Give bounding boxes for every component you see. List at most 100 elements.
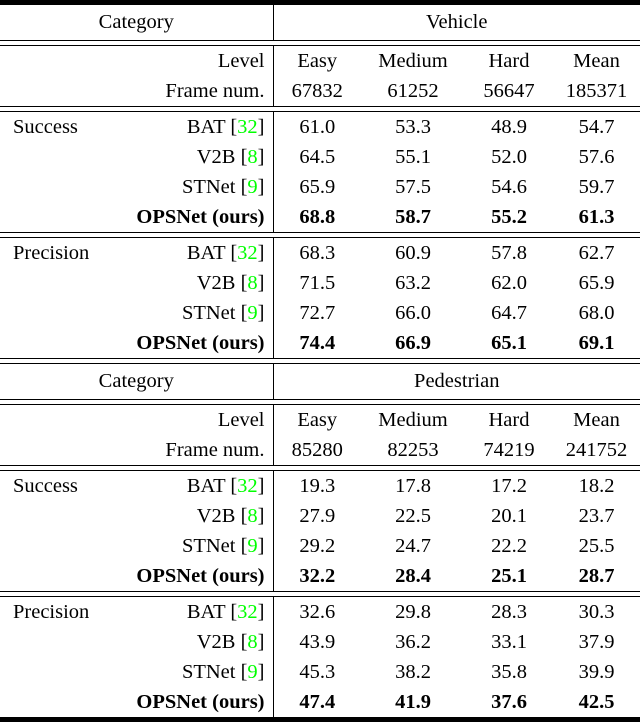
table-row: Success BAT [32] 61.0 53.3 48.9 54.7 bbox=[0, 112, 640, 142]
citation-link[interactable]: 9 bbox=[247, 176, 257, 198]
level-header-easy: Easy bbox=[297, 408, 338, 431]
level-header-hard: Hard bbox=[488, 49, 530, 72]
metric-value: 43.9 bbox=[299, 630, 336, 653]
citation-link[interactable]: 32 bbox=[237, 601, 258, 623]
level-header-easy: Easy bbox=[297, 49, 338, 72]
metric-value: 38.2 bbox=[395, 660, 431, 683]
method-name: STNet bbox=[181, 175, 236, 198]
metric-label-spacer bbox=[0, 501, 108, 531]
method-name: V2B bbox=[196, 630, 236, 653]
method-name: V2B bbox=[196, 145, 236, 168]
metric-value: 62.0 bbox=[491, 271, 527, 294]
metric-label-spacer bbox=[0, 561, 108, 591]
citation-link[interactable]: 32 bbox=[237, 116, 258, 138]
citation-link[interactable]: 8 bbox=[247, 146, 257, 168]
table-row: STNet [9] 72.7 66.0 64.7 68.0 bbox=[0, 298, 640, 328]
metric-label-spacer bbox=[0, 202, 108, 232]
metric-value: 32.6 bbox=[299, 600, 336, 623]
method-name: OPSNet (ours) bbox=[136, 205, 265, 228]
citation-link[interactable]: 32 bbox=[237, 475, 258, 497]
citation-link[interactable]: 9 bbox=[247, 535, 257, 557]
method-name: STNet bbox=[181, 301, 236, 324]
citation-link[interactable]: 9 bbox=[247, 302, 257, 324]
citation-bracket-close: ] bbox=[257, 145, 265, 168]
table-row: STNet [9] 65.9 57.5 54.6 59.7 bbox=[0, 172, 640, 202]
metric-label-success-pedestrian: Success bbox=[13, 474, 78, 497]
metric-label-spacer bbox=[0, 142, 108, 172]
citation-link[interactable]: 8 bbox=[247, 631, 257, 653]
level-row-vehicle: Level Easy Medium Hard Mean bbox=[0, 46, 640, 76]
metric-value: 59.7 bbox=[578, 175, 615, 198]
frame-num-value: 85280 bbox=[291, 438, 343, 461]
metric-value: 39.9 bbox=[578, 660, 615, 683]
metric-value: 61.3 bbox=[578, 205, 615, 228]
method-name-cell: BAT [32] bbox=[108, 471, 274, 501]
metric-value: 30.3 bbox=[578, 600, 615, 623]
metric-value: 25.1 bbox=[491, 564, 527, 587]
metric-value: 52.0 bbox=[491, 145, 527, 168]
metric-value: 41.9 bbox=[395, 690, 431, 713]
table-row: V2B [8] 43.9 36.2 33.1 37.9 bbox=[0, 627, 640, 657]
metric-value: 57.8 bbox=[491, 241, 527, 264]
metric-label-success-vehicle: Success bbox=[13, 115, 78, 138]
table-bottom-rule bbox=[0, 717, 640, 722]
method-name: STNet bbox=[181, 534, 236, 557]
metric-label-spacer bbox=[0, 298, 108, 328]
method-name-cell: V2B [8] bbox=[108, 627, 274, 657]
method-name: BAT bbox=[186, 600, 226, 623]
table-row: STNet [9] 29.2 24.7 22.2 25.5 bbox=[0, 531, 640, 561]
metric-value: 55.2 bbox=[491, 205, 527, 228]
metric-value: 57.5 bbox=[395, 175, 431, 198]
method-name-cell: BAT [32] bbox=[108, 597, 274, 627]
metric-value: 64.7 bbox=[491, 301, 527, 324]
citation-bracket-close: ] bbox=[257, 241, 265, 264]
metric-value: 68.3 bbox=[299, 241, 336, 264]
citation-bracket-close: ] bbox=[257, 115, 265, 138]
metric-value: 65.9 bbox=[299, 175, 336, 198]
citation-bracket-close: ] bbox=[257, 301, 265, 324]
level-label-pedestrian: Level bbox=[108, 405, 274, 435]
method-name: V2B bbox=[196, 271, 236, 294]
metric-value: 37.6 bbox=[491, 690, 527, 713]
citation-link[interactable]: 9 bbox=[247, 661, 257, 683]
metric-value: 25.5 bbox=[578, 534, 615, 557]
table-row: V2B [8] 64.5 55.1 52.0 57.6 bbox=[0, 142, 640, 172]
method-name-cell: STNet [9] bbox=[108, 531, 274, 561]
method-name: STNet bbox=[181, 660, 236, 683]
metric-value: 32.2 bbox=[299, 564, 336, 587]
table-row: OPSNet (ours) 47.4 41.9 37.6 42.5 bbox=[0, 687, 640, 717]
frame-num-value: 56647 bbox=[483, 79, 535, 102]
category-header-row-vehicle: Category Vehicle bbox=[0, 5, 640, 40]
citation-link[interactable]: 8 bbox=[247, 505, 257, 527]
metric-label-spacer bbox=[0, 687, 108, 717]
metric-value: 57.6 bbox=[578, 145, 615, 168]
metric-value: 23.7 bbox=[578, 504, 615, 527]
metric-value: 54.6 bbox=[491, 175, 527, 198]
category-label-vehicle: Category bbox=[0, 5, 274, 40]
metric-label-spacer bbox=[0, 328, 108, 358]
frame-num-value: 82253 bbox=[387, 438, 439, 461]
metric-value: 27.9 bbox=[299, 504, 336, 527]
method-name: BAT bbox=[186, 241, 226, 264]
metric-value: 68.8 bbox=[299, 205, 336, 228]
method-name-cell: OPSNet (ours) bbox=[108, 687, 274, 717]
method-name: BAT bbox=[186, 115, 226, 138]
metric-value: 28.7 bbox=[578, 564, 615, 587]
method-name-cell: BAT [32] bbox=[108, 112, 274, 142]
metric-value: 74.4 bbox=[299, 331, 336, 354]
citation-link[interactable]: 32 bbox=[237, 242, 258, 264]
category-value-pedestrian: Pedestrian bbox=[414, 370, 500, 393]
metric-value: 35.8 bbox=[491, 660, 527, 683]
metric-value: 63.2 bbox=[395, 271, 431, 294]
level-label-vehicle: Level bbox=[108, 46, 274, 76]
citation-bracket-close: ] bbox=[257, 534, 265, 557]
frame-num-label-vehicle: Frame num. bbox=[108, 76, 274, 106]
metric-value: 42.5 bbox=[578, 690, 615, 713]
table-row: V2B [8] 71.5 63.2 62.0 65.9 bbox=[0, 268, 640, 298]
frame-row-spacer-vehicle bbox=[0, 76, 108, 106]
metric-value: 53.3 bbox=[395, 115, 431, 138]
metric-value: 65.1 bbox=[491, 331, 527, 354]
citation-link[interactable]: 8 bbox=[247, 272, 257, 294]
results-table-body: Category Vehicle Level Easy Medium Hard Mean Fr… bbox=[0, 0, 640, 722]
metric-value: 17.2 bbox=[491, 474, 527, 497]
